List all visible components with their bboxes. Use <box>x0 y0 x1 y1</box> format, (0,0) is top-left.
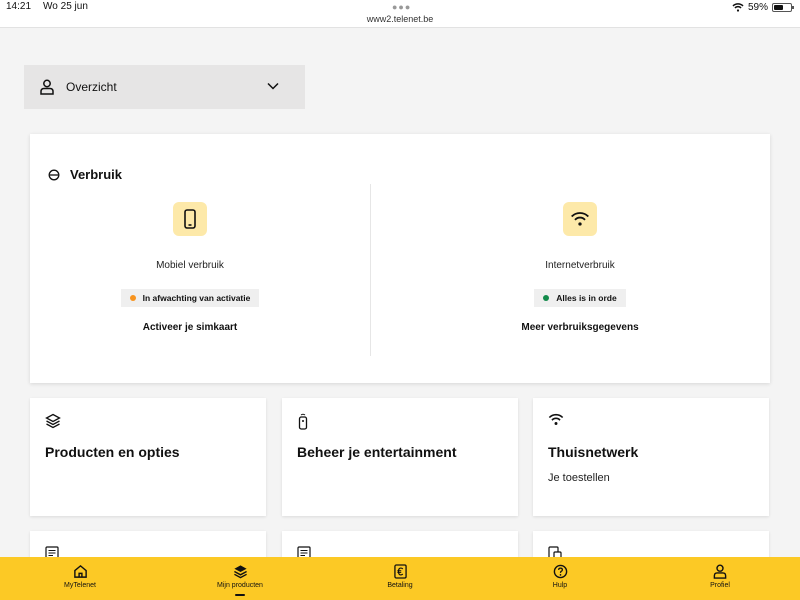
mobile-status-badge: In afwachting van activatie <box>120 289 260 307</box>
nav-label: MyTelenet <box>64 582 96 589</box>
wifi-icon <box>548 413 564 425</box>
active-indicator <box>235 594 245 596</box>
profile-icon <box>713 564 727 579</box>
nav-label: Mijn producten <box>217 582 263 589</box>
nav-label: Hulp <box>552 582 568 589</box>
mobile-usage: Mobiel verbruik In afwachting van activa… <box>40 202 340 333</box>
internet-usage: Internetverbruik Alles is in orde Meer v… <box>430 202 730 333</box>
tile-products-options[interactable]: Producten en opties <box>30 398 266 516</box>
battery-icon <box>772 3 794 12</box>
bottom-navigation: MyTelenet Mijn producten Betaling Hulp P… <box>0 557 800 600</box>
internet-usage-label: Internetverbruik <box>545 260 615 271</box>
wifi-status-icon <box>732 3 744 12</box>
nav-my-products[interactable]: Mijn producten <box>160 557 320 600</box>
tile-title: Producten en opties <box>45 444 180 460</box>
nav-help[interactable]: Hulp <box>480 557 640 600</box>
internet-icon-tile <box>563 202 597 236</box>
internet-status-badge: Alles is in orde <box>534 289 626 307</box>
nav-mytelenet[interactable]: MyTelenet <box>0 557 160 600</box>
internet-status-text: Alles is in orde <box>556 293 617 303</box>
more-usage-link[interactable]: Meer verbruiksgegevens <box>430 322 730 333</box>
user-icon <box>40 79 54 95</box>
more-dots-icon[interactable]: ●●● <box>392 2 411 12</box>
nav-label: Betaling <box>387 582 413 589</box>
mobile-icon-tile <box>173 202 207 236</box>
battery-percent: 59% <box>747 2 768 13</box>
remote-icon <box>298 413 308 430</box>
status-time-date: 14:21 Wo 25 jun <box>6 1 88 12</box>
euro-icon <box>393 564 407 579</box>
usage-header: Verbruik <box>48 167 122 182</box>
overview-label: Overzicht <box>66 80 117 94</box>
address-url[interactable]: www2.telenet.be <box>0 14 800 24</box>
usage-divider <box>370 184 371 356</box>
internet-status-dot <box>543 295 550 301</box>
status-time: 14:21 <box>6 1 32 12</box>
home-icon <box>73 564 87 578</box>
layers-icon <box>233 565 247 579</box>
battery-level <box>774 5 784 10</box>
activate-sim-link[interactable]: Activeer je simkaart <box>40 322 340 333</box>
usage-card: Verbruik Mobiel verbruik In afwachting v… <box>30 134 770 383</box>
mobile-status-text: In afwachting van activatie <box>142 293 251 303</box>
tile-title: Thuisnetwerk <box>548 444 639 460</box>
status-date: Wo 25 jun <box>43 1 88 12</box>
tile-title: Beheer je entertainment <box>297 444 457 460</box>
status-bar: 14:21 Wo 25 jun ●●● www2.telenet.be 59% <box>0 0 800 28</box>
nav-label: Profiel <box>710 582 730 589</box>
nav-profile[interactable]: Profiel <box>640 557 800 600</box>
help-icon <box>553 564 567 579</box>
overview-dropdown[interactable]: Overzicht <box>24 65 305 109</box>
mobile-usage-label: Mobiel verbruik <box>156 260 224 271</box>
chevron-down-icon <box>267 82 279 90</box>
nav-payment[interactable]: Betaling <box>320 557 480 600</box>
usage-gauge-icon <box>48 169 60 180</box>
mobile-status-dot <box>129 295 136 301</box>
tile-home-network[interactable]: Thuisnetwerk Je toestellen <box>533 398 769 516</box>
mobile-phone-icon <box>184 209 196 229</box>
tile-entertainment[interactable]: Beheer je entertainment <box>282 398 518 516</box>
wifi-icon <box>571 212 589 226</box>
tile-subtitle[interactable]: Je toestellen <box>548 472 610 484</box>
usage-title: Verbruik <box>70 167 123 182</box>
layers-icon <box>45 413 61 429</box>
status-indicators: 59% <box>732 2 794 13</box>
